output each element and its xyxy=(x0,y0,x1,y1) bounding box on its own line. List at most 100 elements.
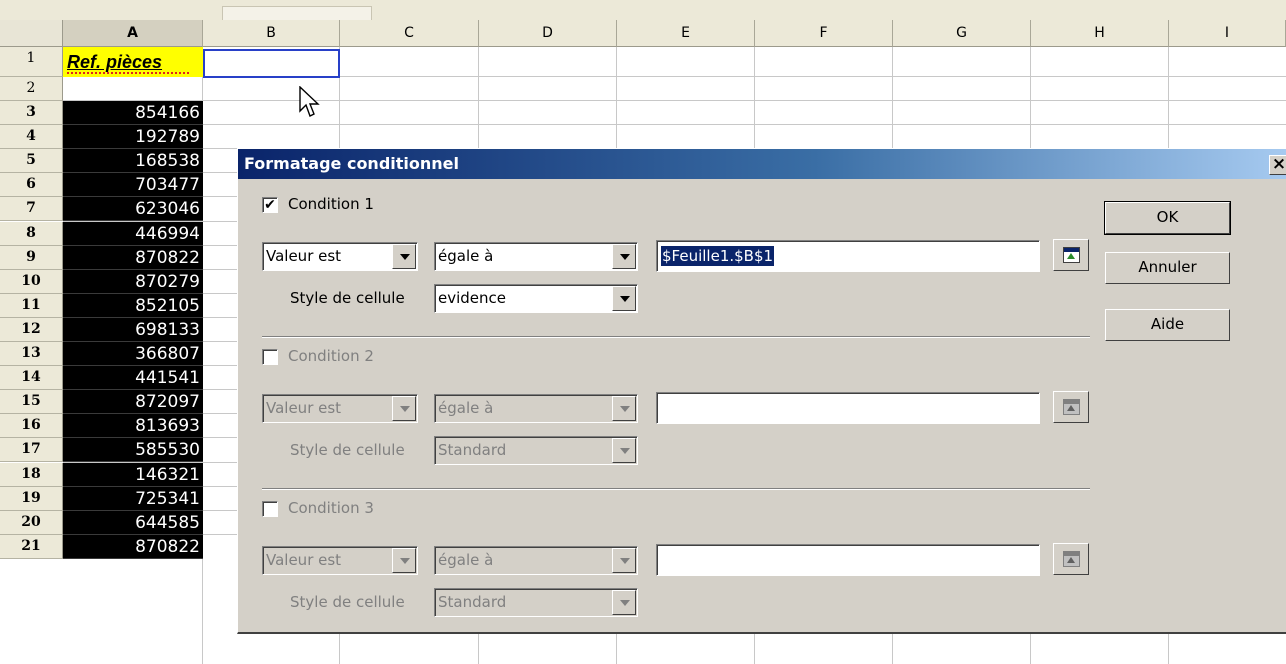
row-header-17[interactable]: 17 xyxy=(0,438,63,462)
cell-a6[interactable]: 703477 xyxy=(63,173,203,197)
cell-a8[interactable]: 446994 xyxy=(63,222,203,246)
condition-2-operator-select: égale à xyxy=(434,394,638,423)
cell-a15[interactable]: 872097 xyxy=(63,390,203,414)
condition-1-label: Condition 1 xyxy=(288,195,374,213)
cell-a4[interactable]: 192789 xyxy=(63,125,203,149)
ok-button[interactable]: OK xyxy=(1104,201,1231,235)
cell-a1[interactable]: Ref. pièces xyxy=(63,47,203,77)
condition-1-value-input[interactable]: $Feuille1.$B$1 xyxy=(656,240,1040,272)
chevron-down-icon[interactable] xyxy=(392,244,416,269)
cell-a19[interactable]: 725341 xyxy=(63,487,203,511)
dialog-titlebar[interactable]: Formatage conditionnel × xyxy=(238,149,1286,179)
cell-a12[interactable]: 698133 xyxy=(63,318,203,342)
select-all-corner[interactable] xyxy=(0,20,63,47)
cancel-button[interactable]: Annuler xyxy=(1105,252,1230,284)
cell-a14[interactable]: 441541 xyxy=(63,366,203,390)
row-header-13[interactable]: 13 xyxy=(0,342,63,366)
column-header-d[interactable]: D xyxy=(479,20,617,47)
condition-3-style-select: Standard xyxy=(434,588,638,617)
shrink-icon xyxy=(1063,247,1080,263)
row-header-18[interactable]: 18 xyxy=(0,463,63,487)
condition-1-value-text: $Feuille1.$B$1 xyxy=(661,246,775,266)
chevron-down-icon[interactable] xyxy=(612,286,636,311)
condition-1-checkbox[interactable]: ✔ xyxy=(262,197,278,213)
condition-2-style-select: Standard xyxy=(434,436,638,465)
cell-a10[interactable]: 870279 xyxy=(63,270,203,294)
condition-1-mode-select[interactable]: Valeur est xyxy=(262,242,418,271)
cell-a7[interactable]: 623046 xyxy=(63,197,203,221)
chevron-down-icon xyxy=(612,590,636,615)
cell-a18[interactable]: 146321 xyxy=(63,463,203,487)
condition-3-label: Condition 3 xyxy=(288,499,374,517)
condition-1-style-select[interactable]: evidence xyxy=(434,284,638,313)
row-header-1[interactable]: 1 xyxy=(0,47,63,77)
condition-1-style-value: evidence xyxy=(438,289,507,307)
mouse-pointer-icon xyxy=(299,86,320,117)
column-header-b[interactable]: B xyxy=(203,20,340,47)
condition-2-shrink-button xyxy=(1053,391,1089,423)
grid-row-line xyxy=(63,124,1286,125)
chevron-down-icon xyxy=(392,548,416,573)
condition-2-label: Condition 2 xyxy=(288,347,374,365)
dialog-title: Formatage conditionnel xyxy=(244,154,459,173)
shrink-icon xyxy=(1063,399,1080,415)
row-header-20[interactable]: 20 xyxy=(0,511,63,535)
condition-3-checkbox[interactable] xyxy=(262,501,278,517)
cell-a13[interactable]: 366807 xyxy=(63,342,203,366)
condition-3-operator-value: égale à xyxy=(438,551,494,569)
toolbar-strip xyxy=(0,0,1286,21)
column-header-g[interactable]: G xyxy=(893,20,1031,47)
condition-2-checkbox[interactable] xyxy=(262,349,278,365)
column-header-e[interactable]: E xyxy=(617,20,755,47)
cell-b1-selected[interactable] xyxy=(203,49,340,78)
grid-row-line xyxy=(63,100,1286,101)
cell-a16[interactable]: 813693 xyxy=(63,414,203,438)
row-header-15[interactable]: 15 xyxy=(0,390,63,414)
condition-3-operator-select: égale à xyxy=(434,546,638,575)
row-header-7[interactable]: 7 xyxy=(0,197,63,221)
help-button[interactable]: Aide xyxy=(1105,309,1230,341)
row-header-9[interactable]: 9 xyxy=(0,246,63,270)
row-header-11[interactable]: 11 xyxy=(0,294,63,318)
condition-1-shrink-button[interactable] xyxy=(1053,239,1089,271)
condition-2-style-label: Style de cellule xyxy=(290,441,405,459)
cell-a11[interactable]: 852105 xyxy=(63,294,203,318)
shrink-icon xyxy=(1063,551,1080,567)
row-header-16[interactable]: 16 xyxy=(0,414,63,438)
row-header-2[interactable]: 2 xyxy=(0,77,63,101)
column-header-i[interactable]: I xyxy=(1169,20,1286,47)
close-icon[interactable]: × xyxy=(1269,155,1286,175)
row-header-14[interactable]: 14 xyxy=(0,366,63,390)
cell-a17[interactable]: 585530 xyxy=(63,438,203,462)
row-header-5[interactable]: 5 xyxy=(0,149,63,173)
cell-a21[interactable]: 870822 xyxy=(63,535,203,559)
conditional-format-dialog: Formatage conditionnel × ✔ Condition 1 Val… xyxy=(237,148,1286,634)
toolbar-tab xyxy=(222,6,372,21)
condition-3-mode-value: Valeur est xyxy=(266,551,342,569)
condition-3-style-label: Style de cellule xyxy=(290,593,405,611)
condition-2-style-value: Standard xyxy=(438,441,507,459)
column-header-f[interactable]: F xyxy=(755,20,893,47)
row-header-8[interactable]: 8 xyxy=(0,222,63,246)
row-header-21[interactable]: 21 xyxy=(0,535,63,559)
column-header-h[interactable]: H xyxy=(1031,20,1169,47)
condition-1-operator-select[interactable]: égale à xyxy=(434,242,638,271)
cell-a20[interactable]: 644585 xyxy=(63,511,203,535)
chevron-down-icon xyxy=(612,396,636,421)
chevron-down-icon[interactable] xyxy=(612,244,636,269)
condition-1-mode-value: Valeur est xyxy=(266,247,342,265)
row-header-3[interactable]: 3 xyxy=(0,101,63,125)
row-header-10[interactable]: 10 xyxy=(0,270,63,294)
cell-a9[interactable]: 870822 xyxy=(63,246,203,270)
row-header-12[interactable]: 12 xyxy=(0,318,63,342)
cell-a3[interactable]: 854166 xyxy=(63,101,203,125)
chevron-down-icon xyxy=(612,548,636,573)
row-header-19[interactable]: 19 xyxy=(0,487,63,511)
cell-a5[interactable]: 168538 xyxy=(63,149,203,173)
column-header-a[interactable]: A xyxy=(63,20,203,47)
condition-3-mode-select: Valeur est xyxy=(262,546,418,575)
row-header-6[interactable]: 6 xyxy=(0,173,63,197)
column-header-c[interactable]: C xyxy=(340,20,479,47)
spellcheck-underline xyxy=(67,70,189,74)
row-header-4[interactable]: 4 xyxy=(0,125,63,149)
